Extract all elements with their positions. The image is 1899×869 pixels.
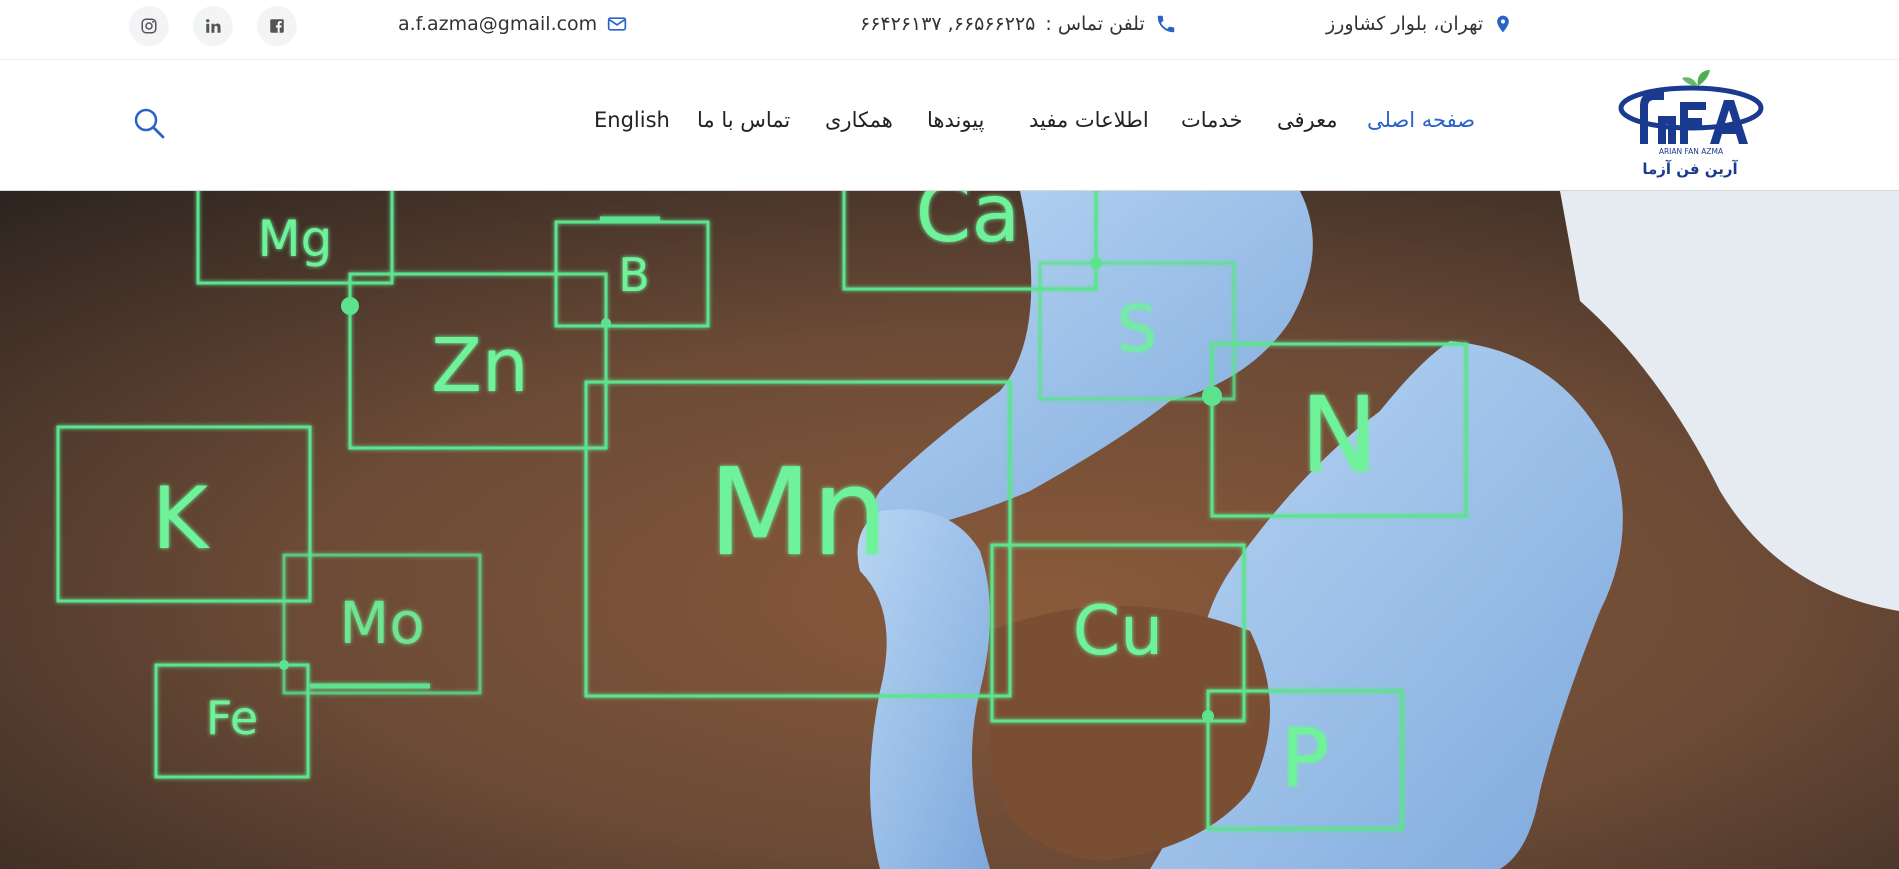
element-b: B bbox=[618, 248, 650, 302]
element-mn: Mn bbox=[708, 444, 888, 583]
linkedin-link[interactable] bbox=[193, 6, 233, 46]
element-cu: Cu bbox=[1073, 592, 1164, 671]
main-nav: English تماس با ما همکاری پیوندها اطلاعا… bbox=[580, 108, 1480, 140]
hero-banner: Mg Ca B Zn S N K Mn Mo Cu Fe P bbox=[0, 191, 1899, 869]
nav-english[interactable]: English bbox=[594, 108, 670, 132]
nav-about[interactable]: معرفی bbox=[1277, 108, 1338, 132]
logo-tagline: ARIAN FAN AZMA bbox=[1659, 147, 1724, 156]
search-icon[interactable] bbox=[132, 106, 166, 140]
linkedin-icon bbox=[206, 19, 221, 33]
email-text: a.f.azma@gmail.com bbox=[398, 13, 598, 35]
element-ca: Ca bbox=[916, 191, 1021, 260]
nav-home[interactable]: صفحه اصلی bbox=[1367, 108, 1475, 132]
envelope-icon bbox=[608, 17, 627, 31]
facebook-link[interactable] bbox=[257, 6, 297, 46]
element-s: S bbox=[1117, 293, 1158, 367]
nav-contact[interactable]: تماس با ما bbox=[697, 108, 790, 132]
address-text: تهران، بلوار کشاورز bbox=[1326, 13, 1484, 35]
logo-name: آرین فن آزما bbox=[1642, 160, 1738, 178]
instagram-icon bbox=[141, 18, 157, 34]
map-pin-icon bbox=[1497, 15, 1509, 33]
element-k: K bbox=[152, 469, 211, 569]
nav-useful-info[interactable]: اطلاعات مفید bbox=[1029, 108, 1149, 132]
nav-links[interactable]: پیوندها bbox=[927, 108, 984, 132]
nav-services[interactable]: خدمات bbox=[1181, 108, 1242, 132]
contact-email[interactable]: a.f.azma@gmail.com bbox=[398, 10, 627, 38]
nav-cooperation[interactable]: همکاری bbox=[825, 108, 893, 132]
element-p: P bbox=[1281, 712, 1329, 805]
instagram-link[interactable] bbox=[129, 6, 169, 46]
contact-address: تهران، بلوار کشاورز bbox=[1326, 10, 1513, 38]
contact-phone: تلفن تماس : ۶۶۵۶۶۲۲۵, ۶۶۴۲۶۱۳۷ bbox=[860, 10, 1177, 38]
hero-image: Mg Ca B Zn S N K Mn Mo Cu Fe P bbox=[0, 191, 1899, 869]
element-zn: Zn bbox=[431, 323, 529, 409]
element-fe: Fe bbox=[206, 691, 258, 745]
facebook-icon bbox=[270, 19, 284, 33]
phone-numbers: ۶۶۵۶۶۲۲۵, ۶۶۴۲۶۱۳۷ bbox=[860, 13, 1036, 35]
top-bar: a.f.azma@gmail.com تلفن تماس : ۶۶۵۶۶۲۲۵,… bbox=[0, 0, 1899, 60]
main-header: English تماس با ما همکاری پیوندها اطلاعا… bbox=[0, 60, 1899, 191]
element-mg: Mg bbox=[258, 210, 333, 268]
element-n: N bbox=[1300, 374, 1378, 496]
phone-icon bbox=[1157, 15, 1175, 33]
element-mo: Mo bbox=[339, 589, 425, 657]
phone-label: تلفن تماس : bbox=[1045, 13, 1145, 35]
